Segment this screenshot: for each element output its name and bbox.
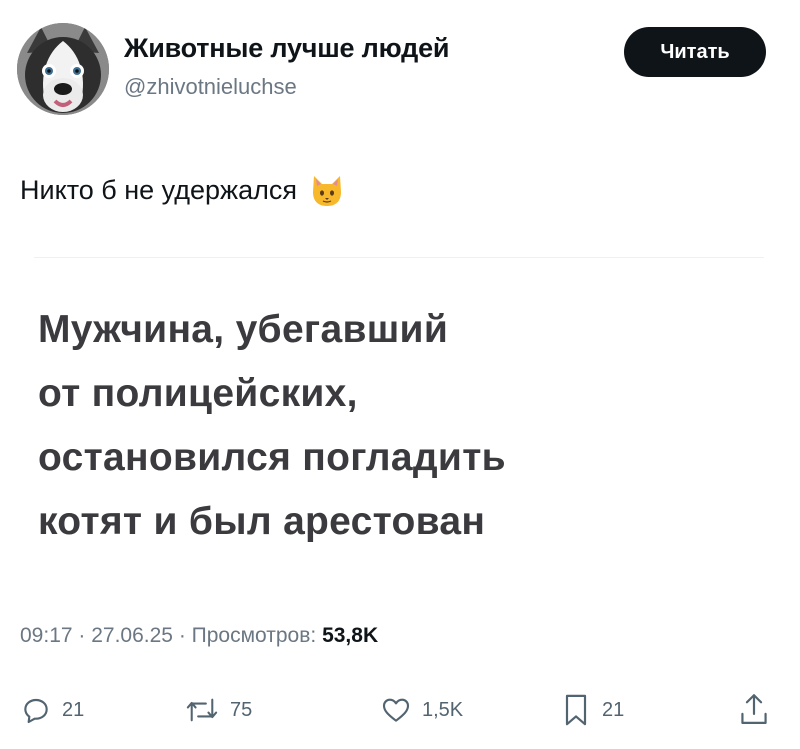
bookmark-icon [565,694,587,726]
headline-line: от полицейских, [38,372,358,415]
repost-count: 75 [230,698,253,721]
author-handle[interactable]: @zhivotnieluchse [124,74,297,100]
tweet-time[interactable]: 09:17 [20,624,73,647]
media-headline: Мужчина, убегавший от полицейских, остан… [38,298,758,554]
cat-face-icon [309,172,345,208]
follow-button[interactable]: Читать [624,27,766,77]
headline-line: котят и был арестован [38,500,486,543]
reply-icon [24,698,48,724]
reply-count: 21 [62,698,85,721]
headline-line: Мужчина, убегавший [38,308,449,351]
reply-button[interactable]: 21 [20,688,84,732]
tweet-date[interactable]: 27.06.25 [91,624,173,647]
bookmark-button[interactable]: 21 [560,688,624,732]
action-bar: 21 75 1,5K 21 [0,688,800,732]
meta-separator: · [172,624,192,647]
tweet-meta: 09:17 · 27.06.25 · Просмотров: 53,8K [20,624,378,648]
media-image[interactable]: Мужчина, убегавший от полицейских, остан… [34,257,764,588]
views-count: 53,8K [322,624,379,647]
repost-button[interactable]: 75 [184,688,252,732]
husky-dog-avatar-icon [17,23,109,115]
tweet-text: Никто б не удержался [20,174,298,205]
share-icon [741,694,767,724]
share-button[interactable] [738,688,770,732]
bookmark-count: 21 [602,698,625,721]
headline-line: остановился погладить [38,436,506,479]
author-display-name[interactable]: Животные лучше людей [124,33,449,64]
tweet-text-row: Никто б не удержался [20,172,345,208]
views-label: Просмотров: [191,624,317,647]
meta-separator: · [72,624,92,647]
like-count: 1,5K [422,698,464,721]
repost-icon [186,698,218,722]
like-button[interactable]: 1,5K [380,688,463,732]
heart-icon [382,698,410,722]
avatar[interactable] [17,23,109,115]
